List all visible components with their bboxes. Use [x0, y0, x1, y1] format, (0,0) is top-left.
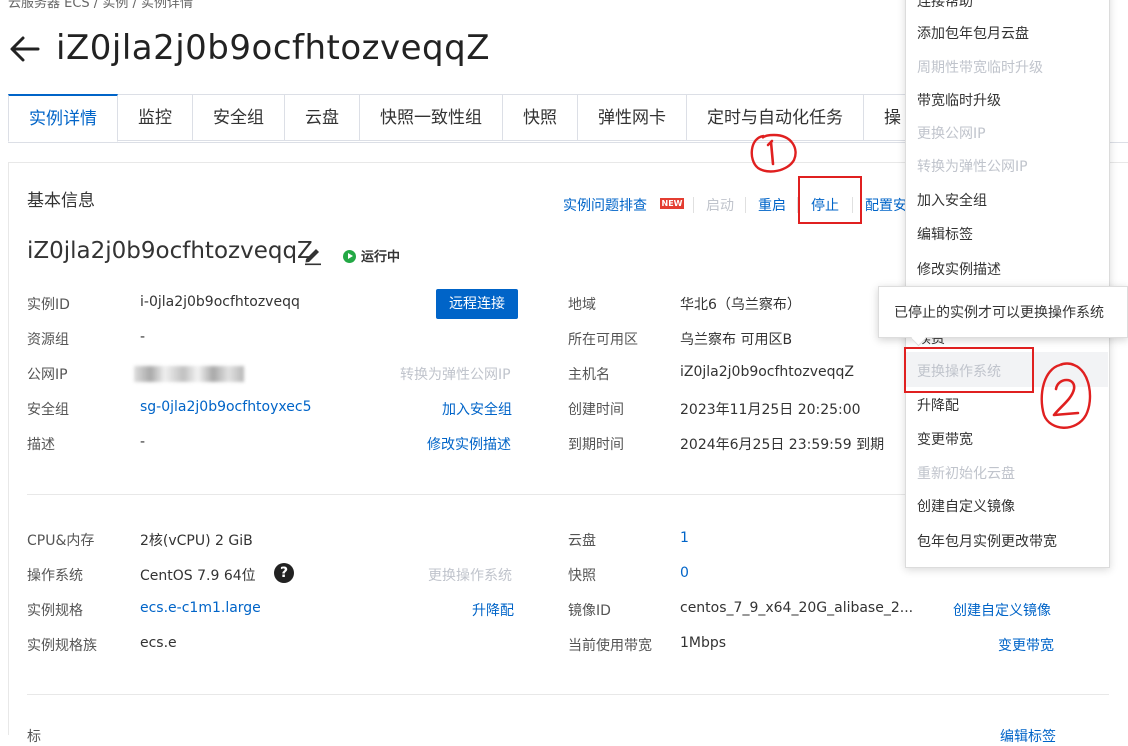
- value-zone: 乌兰察布 可用区B: [680, 332, 793, 348]
- edit-tags-link-partial[interactable]: 编辑标签: [1000, 726, 1056, 746]
- menu-item-temp-bandwidth-upgrade[interactable]: 带宽临时升级: [917, 90, 1001, 110]
- label-security-group: 安全组: [27, 402, 69, 418]
- tab-instance-details[interactable]: 实例详情: [8, 94, 118, 142]
- breadcrumb: 云服务器 ECS / 实例 / 实例详情: [8, 0, 193, 11]
- help-icon[interactable]: ?: [274, 563, 294, 583]
- section-title-basic-info: 基本信息: [27, 191, 95, 211]
- convert-eip-link[interactable]: 转换为弹性公网IP: [400, 364, 511, 384]
- status-badge: 运行中: [343, 246, 400, 265]
- label-tags-partial: 标: [27, 729, 41, 745]
- disks-count-link[interactable]: 1: [680, 530, 689, 546]
- value-cpu-memory: 2核(vCPU) 2 GiB: [140, 533, 253, 549]
- menu-item-edit-description[interactable]: 修改实例描述: [917, 259, 1001, 279]
- tab-snapshots[interactable]: 快照: [503, 94, 578, 141]
- label-image-id: 镜像ID: [568, 603, 611, 619]
- upgrade-link[interactable]: 升降配: [472, 600, 514, 620]
- label-description: 描述: [27, 437, 55, 453]
- instance-name: iZ0jla2j0b9ocfhtozveqqZ: [27, 238, 313, 264]
- action-separator: [693, 197, 694, 213]
- page-title: iZ0jla2j0b9ocfhtozveqqZ: [56, 28, 491, 68]
- value-expiry: 2024年6月25日 23:59:59 到期: [680, 437, 885, 453]
- label-public-ip: 公网IP: [27, 367, 68, 383]
- action-separator: [745, 197, 746, 213]
- snapshots-count-link[interactable]: 0: [680, 565, 689, 581]
- tab-snapshot-consistency-groups[interactable]: 快照一致性组: [360, 94, 503, 141]
- value-instance-family: ecs.e: [140, 635, 177, 651]
- menu-item-reinit-disk[interactable]: 重新初始化云盘: [917, 463, 1015, 483]
- label-hostname: 主机名: [568, 367, 610, 383]
- menu-item-change-bandwidth[interactable]: 变更带宽: [917, 429, 973, 449]
- configure-sg-button[interactable]: 配置安: [865, 195, 907, 215]
- value-description: -: [140, 434, 146, 450]
- change-os-link[interactable]: 更换操作系统: [428, 565, 512, 585]
- menu-item-upgrade-downgrade[interactable]: 升降配: [917, 395, 959, 415]
- menu-item-convert-eip[interactable]: 转换为弹性公网IP: [917, 156, 1028, 176]
- start-button[interactable]: 启动: [706, 195, 734, 215]
- label-region: 地域: [568, 297, 596, 313]
- annotation-box-stop: [798, 176, 862, 224]
- menu-item-create-image[interactable]: 创建自定义镜像: [917, 496, 1015, 516]
- menu-item-join-security-group[interactable]: 加入安全组: [917, 190, 987, 210]
- label-resource-group: 资源组: [27, 332, 69, 348]
- menu-item-change-public-ip[interactable]: 更换公网IP: [917, 123, 986, 143]
- security-group-link[interactable]: sg-0jla2j0b9ocfhtoyxec5: [140, 399, 311, 415]
- new-badge: NEW: [660, 198, 684, 209]
- tooltip: 已停止的实例才可以更换操作系统: [878, 286, 1128, 338]
- label-expiry: 到期时间: [568, 437, 624, 453]
- section-divider: [27, 694, 1109, 695]
- label-disks: 云盘: [568, 533, 596, 549]
- value-instance-id: i-0jla2j0b9ocfhtozveqq: [140, 294, 300, 310]
- value-created: 2023年11月25日 20:25:00: [680, 402, 861, 418]
- label-zone: 所在可用区: [568, 332, 638, 348]
- tab-disks[interactable]: 云盘: [285, 94, 360, 141]
- menu-item-edit-tags[interactable]: 编辑标签: [917, 224, 973, 244]
- value-hostname: iZ0jla2j0b9ocfhtozveqqZ: [680, 364, 854, 380]
- label-instance-type: 实例规格: [27, 603, 83, 619]
- tab-eni[interactable]: 弹性网卡: [578, 94, 687, 141]
- back-arrow-icon[interactable]: [8, 34, 42, 64]
- value-os: CentOS 7.9 64位: [140, 568, 256, 584]
- label-bandwidth: 当前使用带宽: [568, 638, 652, 654]
- status-text: 运行中: [361, 250, 401, 265]
- label-os: 操作系统: [27, 568, 83, 584]
- value-bandwidth: 1Mbps: [680, 635, 727, 651]
- add-security-group-link[interactable]: 加入安全组: [442, 399, 512, 419]
- label-instance-id: 实例ID: [27, 297, 70, 313]
- public-ip-redacted: [134, 366, 244, 382]
- tab-security-groups[interactable]: 安全组: [193, 94, 285, 141]
- menu-item-add-subscription-disk[interactable]: 添加包年包月云盘: [917, 23, 1029, 43]
- diagnose-link[interactable]: 实例问题排查: [563, 195, 647, 215]
- remote-connect-button[interactable]: 远程连接: [436, 289, 518, 319]
- label-created: 创建时间: [568, 402, 624, 418]
- label-instance-family: 实例规格族: [27, 638, 97, 654]
- tab-monitoring[interactable]: 监控: [118, 94, 193, 141]
- menu-item-connect-help[interactable]: 连接帮助: [917, 0, 973, 11]
- change-bandwidth-link[interactable]: 变更带宽: [998, 635, 1054, 655]
- label-snapshots: 快照: [568, 568, 596, 584]
- label-cpu-memory: CPU&内存: [27, 533, 95, 549]
- annotation-step-2: [1034, 355, 1094, 435]
- value-region: 华北6（乌兰察布）: [680, 297, 801, 313]
- value-image-id: centos_7_9_x64_20G_alibase_2...: [680, 600, 914, 616]
- create-image-link[interactable]: 创建自定义镜像: [953, 600, 1051, 620]
- annotation-box-change-os: [904, 347, 1034, 393]
- annotation-step-1: [744, 130, 802, 176]
- value-resource-group: -: [140, 329, 146, 345]
- menu-item-subscription-change-bandwidth[interactable]: 包年包月实例更改带宽: [917, 531, 1057, 551]
- edit-name-icon[interactable]: [302, 244, 324, 266]
- restart-button[interactable]: 重启: [758, 195, 786, 215]
- instance-type-link[interactable]: ecs.e-c1m1.large: [140, 600, 261, 616]
- running-icon: [343, 250, 356, 263]
- edit-description-link[interactable]: 修改实例描述: [427, 434, 511, 454]
- menu-item-periodic-bandwidth-upgrade[interactable]: 周期性带宽临时升级: [917, 57, 1043, 77]
